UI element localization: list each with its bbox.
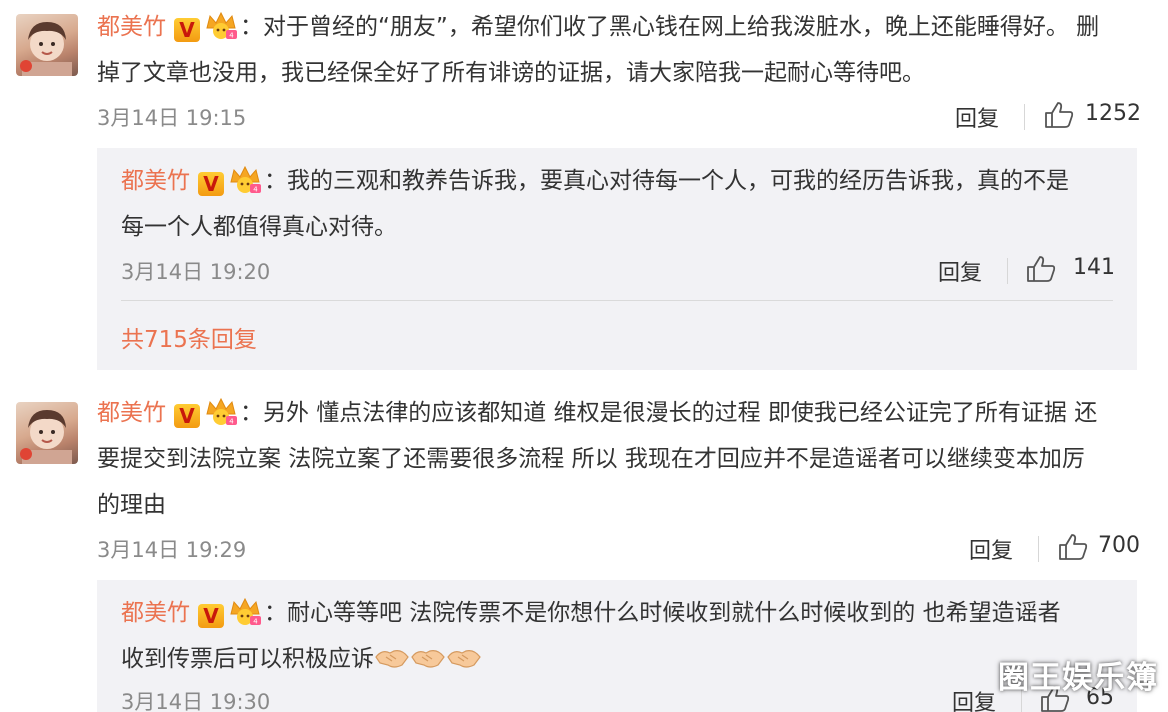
sub-reply-time: 3月14日 19:30 bbox=[121, 690, 271, 712]
sub-reply-body: ：耐心等等吧 法院传票不是你想什么时候收到就什么时候收到的 也希望造谣者 bbox=[264, 600, 1061, 626]
verified-badge-icon: V bbox=[174, 404, 200, 428]
handshake-icon bbox=[411, 650, 445, 668]
reply-button[interactable]: 回复 bbox=[955, 101, 999, 133]
like-count: 700 bbox=[1098, 533, 1140, 558]
svg-text:4: 4 bbox=[253, 186, 258, 194]
avatar[interactable] bbox=[16, 402, 78, 464]
svg-text:4: 4 bbox=[253, 618, 258, 626]
sub-reply-box: 都美竹 V 4 ：我的三观和教养告诉我，要真心对待每一个人，可我的经历告诉我，真的不是… bbox=[97, 148, 1137, 370]
sub-reply-body-line2: 收到传票后可以积极应诉 bbox=[121, 636, 482, 682]
comment-body-line3: 的理由 bbox=[97, 492, 166, 518]
action-divider bbox=[1038, 536, 1039, 562]
svg-text:4: 4 bbox=[229, 418, 234, 426]
comment-time: 3月14日 19:29 bbox=[97, 538, 247, 562]
sub-reply-body-line2: 每一个人都值得真心对待。 bbox=[121, 214, 397, 240]
username-link[interactable]: 都美竹 bbox=[121, 168, 190, 194]
more-replies-link[interactable]: 共715条回复 bbox=[121, 320, 257, 354]
reply-button[interactable]: 回复 bbox=[969, 533, 1013, 565]
comment-text: 都美竹 V 4 ：对于曾经的“朋友”，希望你们收了黑心钱在网上给我泼脏水，晚上还能睡得… bbox=[97, 4, 1099, 50]
sub-reply-text: 都美竹 V 4 ：耐心等等吧 法院传票不是你想什么时候收到就什么时候收到的 也希望造谣… bbox=[121, 590, 1061, 636]
comment-item: 都美竹 V 4 ：对于曾经的“朋友”，希望你们收了黑心钱在网上给我泼脏水，晚上还能睡得… bbox=[0, 0, 1168, 370]
avatar[interactable] bbox=[16, 14, 78, 76]
crown-icon: 4 bbox=[230, 165, 261, 194]
comment-body: ：另外 懂点法律的应该都知道 维权是很漫长的过程 即使我已经公证完了所有证据 还 bbox=[240, 400, 1098, 426]
comment-time: 3月14日 19:15 bbox=[97, 106, 247, 130]
sub-reply-box: 都美竹 V 4 ：耐心等等吧 法院传票不是你想什么时候收到就什么时候收到的 也希望造谣… bbox=[97, 580, 1137, 712]
comment-text: 都美竹 V 4 ：另外 懂点法律的应该都知道 维权是很漫长的过程 即使我已经公证完了所… bbox=[97, 390, 1097, 436]
sub-reply-text: 都美竹 V 4 ：我的三观和教养告诉我，要真心对待每一个人，可我的经历告诉我，真的不是 bbox=[121, 158, 1069, 204]
username-link[interactable]: 都美竹 bbox=[97, 14, 166, 40]
verified-badge-icon: V bbox=[174, 18, 200, 42]
handshake-icon bbox=[447, 650, 481, 668]
sub-reply-body-text: 收到传票后可以积极应诉 bbox=[121, 646, 374, 672]
crown-icon: 4 bbox=[206, 11, 237, 40]
verified-badge-icon: V bbox=[198, 604, 224, 628]
comment-body: ：对于曾经的“朋友”，希望你们收了黑心钱在网上给我泼脏水，晚上还能睡得好。 删 bbox=[240, 14, 1100, 40]
divider bbox=[121, 300, 1113, 301]
thumbs-up-icon[interactable] bbox=[1058, 533, 1088, 561]
action-divider bbox=[1024, 104, 1025, 130]
like-count: 1252 bbox=[1085, 101, 1141, 126]
handshake-icon bbox=[375, 650, 409, 668]
crown-icon: 4 bbox=[206, 397, 237, 426]
crown-icon: 4 bbox=[230, 597, 261, 626]
reply-button[interactable]: 回复 bbox=[938, 255, 982, 287]
like-count: 141 bbox=[1073, 255, 1115, 280]
action-divider bbox=[1007, 258, 1008, 284]
username-link[interactable]: 都美竹 bbox=[97, 400, 166, 426]
watermark: 圈王娱乐簿 bbox=[998, 660, 1158, 696]
comment-body-line2: 掉了文章也没用，我已经保全好了所有诽谤的证据，请大家陪我一起耐心等待吧。 bbox=[97, 60, 925, 86]
thumbs-up-icon[interactable] bbox=[1044, 101, 1074, 129]
comment-item: 都美竹 V 4 ：另外 懂点法律的应该都知道 维权是很漫长的过程 即使我已经公证完了所… bbox=[0, 388, 1168, 712]
verified-badge-icon: V bbox=[198, 172, 224, 196]
thumbs-up-icon[interactable] bbox=[1026, 255, 1056, 283]
sub-reply-body: ：我的三观和教养告诉我，要真心对待每一个人，可我的经历告诉我，真的不是 bbox=[264, 168, 1069, 194]
sub-reply-time: 3月14日 19:20 bbox=[121, 260, 271, 284]
reply-button[interactable]: 回复 bbox=[952, 685, 996, 712]
comment-body-line2: 要提交到法院立案 法院立案了还需要很多流程 所以 我现在才回应并不是造谣者可以继… bbox=[97, 446, 1085, 472]
username-link[interactable]: 都美竹 bbox=[121, 600, 190, 626]
svg-text:4: 4 bbox=[229, 32, 234, 40]
